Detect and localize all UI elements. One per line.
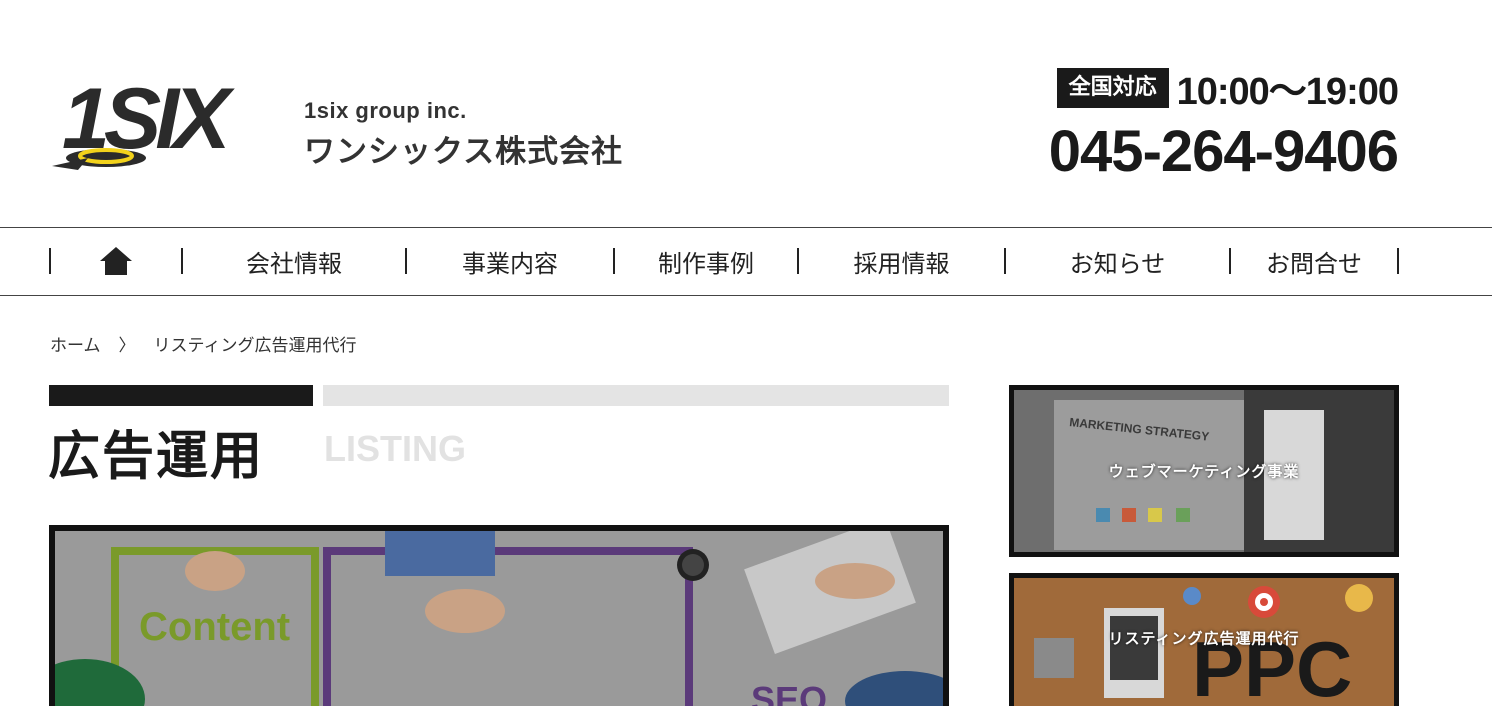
- nav-item-works[interactable]: 制作事例: [613, 248, 797, 278]
- global-nav: 会社情報 事業内容 制作事例 採用情報 お知らせ お問合せ: [0, 227, 1492, 296]
- sidebar-card-image: PPC リスティング広告運用代行: [1014, 578, 1394, 706]
- sidebar-card-listing[interactable]: PPC リスティング広告運用代行: [1009, 573, 1399, 706]
- home-icon: [100, 247, 132, 275]
- breadcrumb-separator-icon: 〉: [118, 336, 136, 356]
- site-header: 1SIX 1six group inc. ワンシックス株式会社 全国対応 10:…: [0, 0, 1492, 228]
- hero-label-content: Content: [139, 605, 291, 649]
- sidebar-card-caption: リスティング広告運用代行: [1108, 629, 1300, 648]
- nav-item-business[interactable]: 事業内容: [405, 248, 613, 278]
- business-hours: 10:00〜19:00: [1176, 71, 1399, 113]
- logo-ring-icon: [52, 148, 146, 170]
- page-title: 広告運用: [48, 427, 265, 487]
- breadcrumb: ホーム 〉 リスティング広告運用代行: [50, 331, 356, 356]
- sidebar-card-web-marketing[interactable]: MARKETING STRATEGY ウェブマーケティング事業: [1009, 385, 1399, 557]
- title-bar-light: [323, 385, 949, 406]
- nationwide-badge: 全国対応: [1056, 67, 1169, 108]
- contact-info: 全国対応 10:00〜19:00 045-264-9406: [1049, 60, 1399, 187]
- breadcrumb-home[interactable]: ホーム: [50, 331, 101, 356]
- company-name-en: 1six group inc.: [304, 98, 467, 123]
- title-bar-dark: [49, 385, 313, 406]
- sidebar-card-caption: ウェブマーケティング事業: [1108, 462, 1300, 481]
- phone-number[interactable]: 045-264-9406: [1049, 117, 1399, 187]
- company-name: 1six group inc. ワンシックス株式会社: [304, 98, 623, 171]
- company-logo[interactable]: 1SIX: [48, 71, 288, 180]
- sidebar-card-image: MARKETING STRATEGY ウェブマーケティング事業: [1014, 390, 1394, 552]
- nav-item-company[interactable]: 会社情報: [181, 248, 405, 278]
- breadcrumb-current: リスティング広告運用代行: [153, 336, 357, 356]
- hero-image: Content SEO: [55, 531, 943, 706]
- nav-home[interactable]: [49, 247, 181, 275]
- nav-item-recruit[interactable]: 採用情報: [797, 248, 1004, 278]
- company-name-jp: ワンシックス株式会社: [304, 134, 624, 170]
- nav-item-news[interactable]: お知らせ: [1004, 248, 1229, 278]
- nav-item-contact[interactable]: お問合せ: [1229, 248, 1399, 278]
- hero-label-seo: SEO: [751, 679, 828, 706]
- page-subtitle: LISTING: [324, 428, 466, 469]
- hero-image-frame: Content SEO: [49, 525, 949, 706]
